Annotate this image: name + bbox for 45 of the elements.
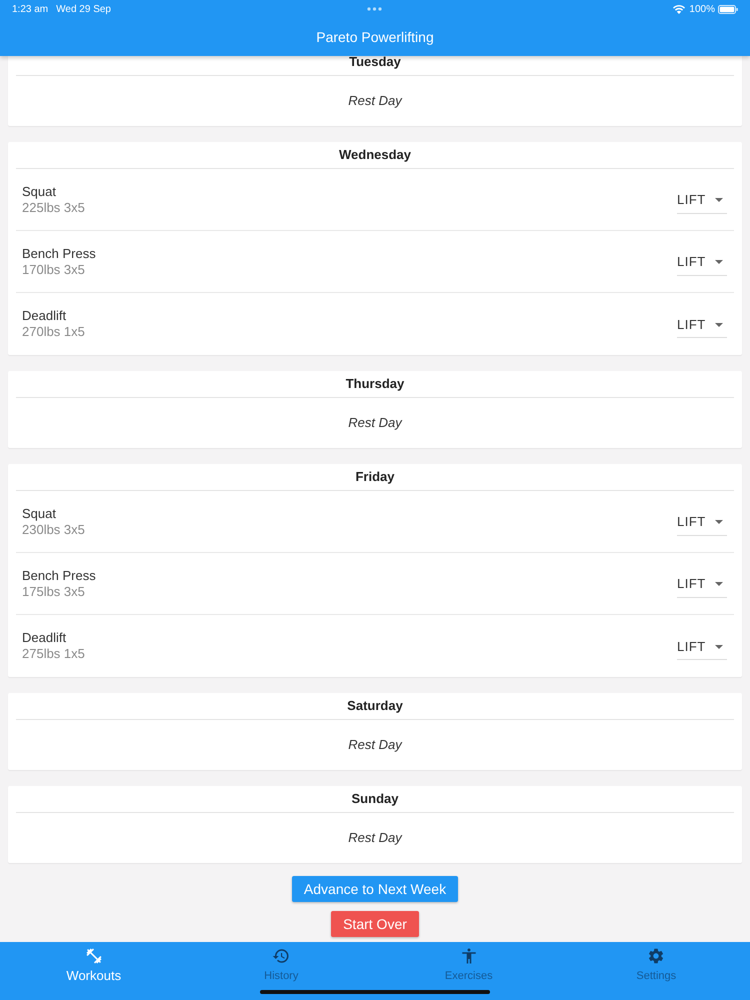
history-icon	[272, 947, 290, 965]
caret-icon	[715, 322, 723, 326]
rest-day-note: Rest Day	[348, 736, 402, 754]
exercise-detail: 175lbs 3x5	[22, 584, 86, 600]
caret-icon	[715, 260, 723, 264]
day-title: Sunday	[352, 790, 398, 808]
more-dots-icon	[367, 7, 382, 11]
dropdown[interactable]: LIFT	[677, 250, 727, 276]
rest-day-note: Rest Day	[348, 414, 402, 432]
app-title: Pareto Powerlifting	[316, 28, 434, 47]
exercise-detail: 275lbs 1x5	[22, 646, 85, 662]
rest-day-note: Rest Day	[348, 92, 402, 110]
exercise-name: Bench Press	[22, 246, 96, 262]
exercise-detail: 170lbs 3x5	[22, 262, 86, 278]
person-icon	[460, 947, 478, 965]
exercise-name: Bench Press	[22, 568, 96, 584]
caret-icon	[715, 644, 723, 648]
dropdown[interactable]: LIFT	[677, 188, 727, 214]
day-title: Saturday	[347, 697, 403, 716]
caret-icon	[715, 198, 723, 202]
exercise-detail: 270lbs 1x5	[22, 324, 85, 340]
caret-icon	[715, 520, 723, 524]
dropdown[interactable]: LIFT	[677, 634, 727, 660]
exercise-name: Squat	[22, 184, 57, 200]
battery-percent: 100%	[689, 2, 715, 16]
day-title: Wednesday	[338, 146, 411, 164]
exercise-name: Squat	[22, 506, 57, 522]
exercise-detail: 225lbs 3x5	[22, 200, 85, 216]
dropdown[interactable]: LIFT	[677, 510, 727, 536]
day-title: Tuesday	[349, 56, 401, 72]
settings-icon	[647, 947, 666, 965]
exercise-name: Deadlift	[22, 630, 68, 646]
dropdown[interactable]: LIFT	[677, 572, 727, 598]
rest-day-note: Rest Day	[348, 829, 402, 848]
day-title: Thursday	[346, 375, 404, 394]
battery-icon	[718, 4, 738, 14]
caret-icon	[715, 582, 723, 586]
status-time: 1:23 am	[12, 2, 48, 16]
dumbbell-icon	[84, 947, 103, 965]
exercise-detail: 230lbs 3x5	[22, 522, 85, 538]
wifi-icon	[673, 4, 686, 14]
exercise-name: Deadlift	[22, 308, 68, 324]
day-title: Friday	[355, 468, 394, 486]
status-date: Wed 29 Sep	[56, 2, 111, 16]
dropdown[interactable]: LIFT	[677, 312, 727, 338]
